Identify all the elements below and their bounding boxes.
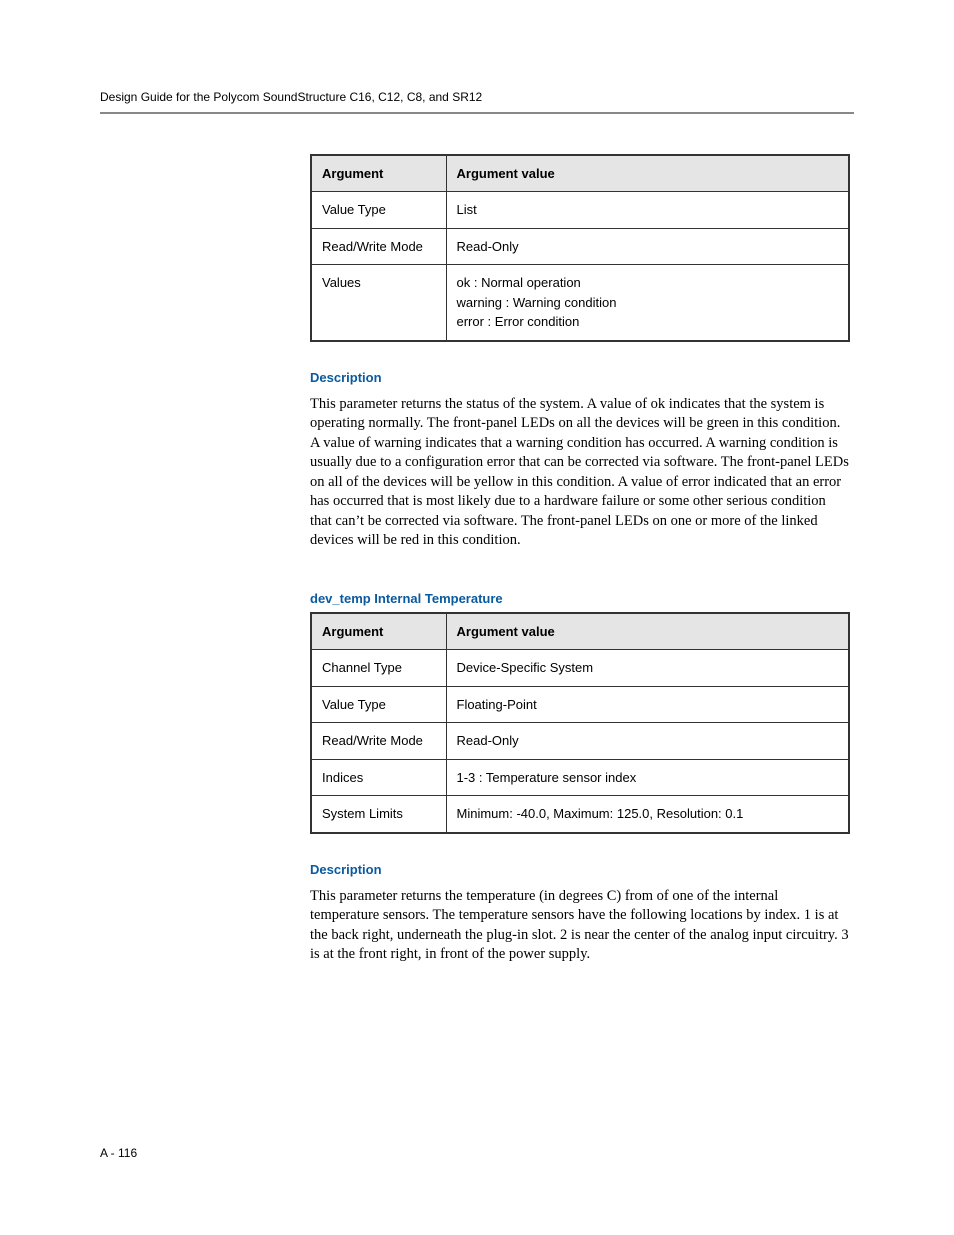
cell-argument: Values <box>311 265 446 341</box>
description-heading: Description <box>310 862 850 877</box>
cell-value: Read-Only <box>446 228 849 265</box>
table-row: Indices 1-3 : Temperature sensor index <box>311 759 849 796</box>
table-row: Value Type List <box>311 192 849 229</box>
table-header-argument: Argument <box>311 613 446 650</box>
cell-argument: Indices <box>311 759 446 796</box>
value-line: ok : Normal operation <box>457 273 839 293</box>
table-header-argument: Argument <box>311 155 446 192</box>
cell-value: Minimum: -40.0, Maximum: 125.0, Resoluti… <box>446 796 849 833</box>
argument-table-1: Argument Argument value Value Type List … <box>310 154 850 342</box>
value-line: warning : Warning condition <box>457 293 839 313</box>
cell-argument: Read/Write Mode <box>311 723 446 760</box>
argument-table-2: Argument Argument value Channel Type Dev… <box>310 612 850 834</box>
cell-value: Read-Only <box>446 723 849 760</box>
value-line: error : Error condition <box>457 312 839 332</box>
cell-argument: Value Type <box>311 686 446 723</box>
running-header: Design Guide for the Polycom SoundStruct… <box>100 90 854 114</box>
table-header-argument-value: Argument value <box>446 613 849 650</box>
main-content: Argument Argument value Value Type List … <box>310 154 850 965</box>
cell-value: 1-3 : Temperature sensor index <box>446 759 849 796</box>
cell-argument: Value Type <box>311 192 446 229</box>
cell-argument: Read/Write Mode <box>311 228 446 265</box>
description-body: This parameter returns the temperature (… <box>310 887 850 965</box>
cell-argument: System Limits <box>311 796 446 833</box>
cell-value: ok : Normal operation warning : Warning … <box>446 265 849 341</box>
description-heading: Description <box>310 370 850 385</box>
cell-value: List <box>446 192 849 229</box>
cell-value: Floating-Point <box>446 686 849 723</box>
table-row: Read/Write Mode Read-Only <box>311 228 849 265</box>
table-row: System Limits Minimum: -40.0, Maximum: 1… <box>311 796 849 833</box>
table-row: Read/Write Mode Read-Only <box>311 723 849 760</box>
table-row: Channel Type Device-Specific System <box>311 650 849 687</box>
cell-value: Device-Specific System <box>446 650 849 687</box>
page-number: A - 116 <box>100 1146 137 1160</box>
table-row: Value Type Floating-Point <box>311 686 849 723</box>
table-header-argument-value: Argument value <box>446 155 849 192</box>
description-body: This parameter returns the status of the… <box>310 395 850 552</box>
dev-temp-heading: dev_temp Internal Temperature <box>310 591 850 606</box>
cell-argument: Channel Type <box>311 650 446 687</box>
table-row: Values ok : Normal operation warning : W… <box>311 265 849 341</box>
